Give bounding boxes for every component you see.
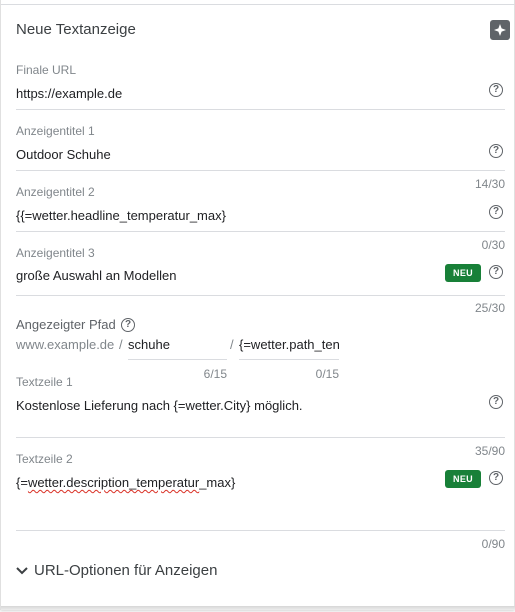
path2-input[interactable]: {=wetter.path_ten bbox=[239, 337, 339, 352]
text2-suffix: _max} bbox=[199, 475, 236, 490]
headline2-counter: 0/30 bbox=[481, 238, 505, 252]
divider bbox=[16, 231, 505, 232]
help-icon[interactable]: ? bbox=[489, 471, 503, 485]
text2-prefix: {= bbox=[16, 475, 28, 490]
headline2-label: Anzeigentitel 2 bbox=[16, 185, 95, 199]
card-title: Neue Textanzeige bbox=[16, 21, 136, 38]
help-icon[interactable]: ? bbox=[489, 83, 503, 97]
chevron-down-icon bbox=[16, 566, 28, 574]
new-badge: NEU bbox=[445, 264, 481, 282]
top-border bbox=[1, 4, 515, 5]
divider bbox=[16, 437, 505, 438]
url-options-toggle[interactable]: URL-Optionen für Anzeigen bbox=[16, 562, 217, 579]
text-ad-card: Neue Textanzeige Finale URL https://exam… bbox=[0, 0, 515, 610]
path1-underline bbox=[128, 359, 227, 360]
help-icon[interactable]: ? bbox=[489, 265, 503, 279]
headline3-label: Anzeigentitel 3 bbox=[16, 246, 95, 260]
headline1-input[interactable]: Outdoor Schuhe bbox=[16, 147, 111, 162]
headline1-label: Anzeigentitel 1 bbox=[16, 124, 95, 138]
display-path-domain: www.example.de bbox=[16, 337, 115, 352]
divider bbox=[16, 530, 505, 531]
text2-misspelled: wetter.description_temperatur bbox=[27, 475, 200, 490]
sparkle-icon[interactable] bbox=[490, 20, 510, 40]
card-bottom-edge bbox=[1, 606, 515, 610]
help-icon[interactable]: ? bbox=[489, 144, 503, 158]
text1-input[interactable]: Kostenlose Lieferung nach {=wetter.City}… bbox=[16, 398, 303, 413]
text2-counter: 0/90 bbox=[481, 537, 505, 551]
display-path-label: Angezeigter Pfad bbox=[16, 317, 116, 332]
path-separator: / bbox=[119, 337, 123, 352]
help-icon[interactable]: ? bbox=[489, 205, 503, 219]
headline3-counter: 25/30 bbox=[474, 301, 505, 315]
divider bbox=[16, 295, 505, 296]
path2-underline bbox=[239, 359, 339, 360]
headline1-counter: 14/30 bbox=[474, 177, 505, 191]
help-icon[interactable]: ? bbox=[121, 318, 135, 332]
headline2-input[interactable]: {{=wetter.headline_temperatur_max} bbox=[16, 208, 226, 223]
text2-label: Textzeile 2 bbox=[16, 452, 73, 466]
final-url-input[interactable]: https://example.de bbox=[16, 86, 122, 101]
url-options-label: URL-Optionen für Anzeigen bbox=[34, 562, 218, 579]
divider bbox=[16, 170, 505, 171]
path-separator: / bbox=[230, 337, 234, 352]
text2-input[interactable]: {=wetter.description_temperatur_max} bbox=[16, 475, 235, 490]
headline3-input[interactable]: große Auswahl an Modellen bbox=[16, 268, 176, 283]
divider bbox=[16, 109, 505, 110]
help-icon[interactable]: ? bbox=[489, 395, 503, 409]
path2-counter: 0/15 bbox=[315, 367, 339, 381]
final-url-label: Finale URL bbox=[16, 63, 77, 77]
text1-counter: 35/90 bbox=[474, 444, 505, 458]
text1-label: Textzeile 1 bbox=[16, 375, 73, 389]
path1-counter: 6/15 bbox=[203, 367, 227, 381]
new-badge: NEU bbox=[445, 470, 481, 488]
path1-input[interactable]: schuhe bbox=[128, 337, 170, 352]
